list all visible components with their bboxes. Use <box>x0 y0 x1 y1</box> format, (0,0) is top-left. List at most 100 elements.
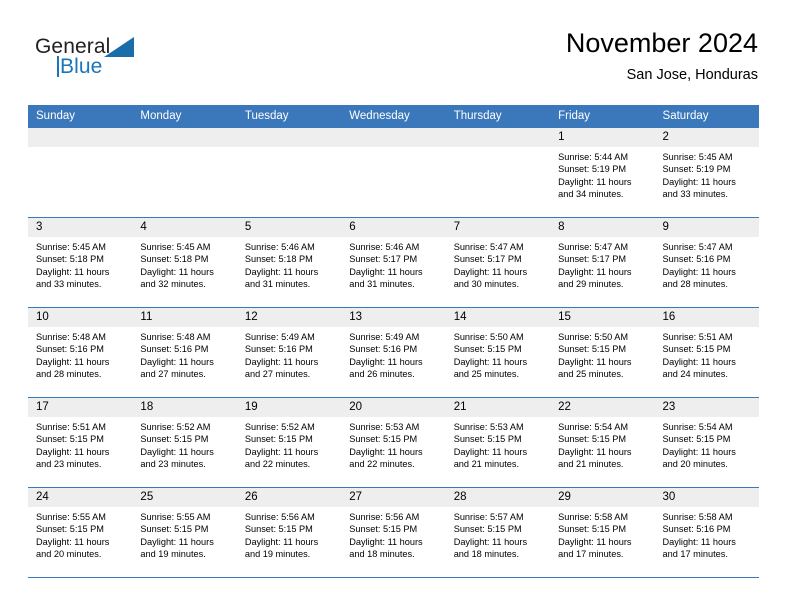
day-cell[interactable]: 29 Sunrise: 5:58 AM Sunset: 5:15 PM Dayl… <box>550 488 655 577</box>
sunset-text: Sunset: 5:15 PM <box>140 524 209 535</box>
daylight-text-line1: Daylight: 11 hours <box>36 266 110 277</box>
day-cell[interactable]: 27 Sunrise: 5:56 AM Sunset: 5:15 PM Dayl… <box>341 488 446 577</box>
day-cell[interactable]: 9 Sunrise: 5:47 AM Sunset: 5:16 PM Dayli… <box>654 218 759 307</box>
day-cell[interactable]: 19 Sunrise: 5:52 AM Sunset: 5:15 PM Dayl… <box>236 398 342 487</box>
day-cell[interactable]: 25 Sunrise: 5:55 AM Sunset: 5:15 PM Dayl… <box>132 488 237 577</box>
day-number: 26 <box>236 488 342 507</box>
sunrise-text: Sunrise: 5:54 AM <box>662 422 733 432</box>
daylight-text-line1: Daylight: 11 hours <box>558 266 632 277</box>
daylight-text-line1: Daylight: 11 hours <box>453 446 528 457</box>
day-number: 18 <box>132 398 237 417</box>
daylight-text-line1: Daylight: 11 hours <box>36 536 110 547</box>
daylight-text-line1: Daylight: 11 hours <box>453 536 528 547</box>
sunrise-text: Sunrise: 5:50 AM <box>558 332 629 342</box>
daylight-text-line2: and 18 minutes. <box>349 549 415 560</box>
day-cell[interactable]: 8 Sunrise: 5:47 AM Sunset: 5:17 PM Dayli… <box>550 218 655 307</box>
day-number: 10 <box>28 308 133 327</box>
day-details: Sunrise: 5:57 AM Sunset: 5:15 PM Dayligh… <box>446 507 550 561</box>
daylight-text-line1: Daylight: 11 hours <box>558 176 632 187</box>
day-details: Sunrise: 5:52 AM Sunset: 5:15 PM Dayligh… <box>132 417 236 471</box>
sunset-text: Sunset: 5:16 PM <box>662 254 731 265</box>
sunrise-text: Sunrise: 5:49 AM <box>349 332 420 342</box>
sunrise-text: Sunrise: 5:46 AM <box>244 242 315 252</box>
day-cell[interactable]: 4 Sunrise: 5:45 AM Sunset: 5:18 PM Dayli… <box>132 218 237 307</box>
daylight-text-line2: and 21 minutes. <box>558 459 624 470</box>
day-cell[interactable]: 18 Sunrise: 5:52 AM Sunset: 5:15 PM Dayl… <box>132 398 237 487</box>
day-cell[interactable]: 17 Sunrise: 5:51 AM Sunset: 5:15 PM Dayl… <box>28 398 133 487</box>
daylight-text-line1: Daylight: 11 hours <box>349 446 423 457</box>
daylight-text-line2: and 28 minutes. <box>36 369 102 380</box>
day-cell[interactable] <box>132 128 237 217</box>
day-number <box>28 128 133 147</box>
day-cell[interactable] <box>445 128 551 217</box>
day-cell[interactable]: 6 Sunrise: 5:46 AM Sunset: 5:17 PM Dayli… <box>341 218 446 307</box>
daylight-text-line1: Daylight: 11 hours <box>662 536 736 547</box>
day-cell[interactable] <box>341 128 446 217</box>
sunrise-text: Sunrise: 5:56 AM <box>349 512 420 522</box>
day-details: Sunrise: 5:50 AM Sunset: 5:15 PM Dayligh… <box>550 327 654 381</box>
day-cell[interactable]: 20 Sunrise: 5:53 AM Sunset: 5:15 PM Dayl… <box>341 398 446 487</box>
day-cell[interactable]: 12 Sunrise: 5:49 AM Sunset: 5:16 PM Dayl… <box>236 308 342 397</box>
day-cell[interactable]: 11 Sunrise: 5:48 AM Sunset: 5:16 PM Dayl… <box>132 308 237 397</box>
sunrise-text: Sunrise: 5:56 AM <box>244 512 315 522</box>
day-cell[interactable]: 7 Sunrise: 5:47 AM Sunset: 5:17 PM Dayli… <box>445 218 551 307</box>
day-cell[interactable]: 13 Sunrise: 5:49 AM Sunset: 5:16 PM Dayl… <box>341 308 446 397</box>
daylight-text-line2: and 27 minutes. <box>244 369 311 380</box>
day-details: Sunrise: 5:51 AM Sunset: 5:15 PM Dayligh… <box>28 417 132 471</box>
page-title: November 2024 <box>565 28 758 58</box>
sunrise-text: Sunrise: 5:48 AM <box>140 332 211 342</box>
weekday-header-tuesday: Tuesday <box>244 110 289 122</box>
day-details: Sunrise: 5:54 AM Sunset: 5:15 PM Dayligh… <box>550 417 654 471</box>
day-cell[interactable] <box>236 128 342 217</box>
day-details <box>28 147 132 151</box>
weekday-header-friday: Friday <box>558 110 591 122</box>
brand-logo[interactable]: General Blue <box>30 34 230 90</box>
blue-triangle-logo-icon <box>104 37 134 57</box>
day-number <box>341 128 446 147</box>
sunrise-text: Sunrise: 5:53 AM <box>453 422 524 432</box>
daylight-text-line2: and 27 minutes. <box>140 369 206 380</box>
sunset-text: Sunset: 5:15 PM <box>349 434 418 445</box>
day-details <box>132 147 236 151</box>
sunrise-text: Sunrise: 5:57 AM <box>453 512 524 522</box>
day-cell[interactable]: 2 Sunrise: 5:45 AM Sunset: 5:19 PM Dayli… <box>654 128 759 217</box>
day-cell[interactable]: 30 Sunrise: 5:58 AM Sunset: 5:16 PM Dayl… <box>654 488 759 577</box>
day-cell[interactable]: 21 Sunrise: 5:53 AM Sunset: 5:15 PM Dayl… <box>445 398 551 487</box>
day-cell[interactable] <box>28 128 133 217</box>
daylight-text-line2: and 17 minutes. <box>662 549 728 560</box>
day-details: Sunrise: 5:58 AM Sunset: 5:15 PM Dayligh… <box>550 507 654 561</box>
day-cell[interactable]: 22 Sunrise: 5:54 AM Sunset: 5:15 PM Dayl… <box>550 398 655 487</box>
day-details: Sunrise: 5:47 AM Sunset: 5:17 PM Dayligh… <box>550 237 654 291</box>
day-cell[interactable]: 26 Sunrise: 5:56 AM Sunset: 5:15 PM Dayl… <box>236 488 342 577</box>
daylight-text-line2: and 33 minutes. <box>662 189 728 200</box>
week-row: 24 Sunrise: 5:55 AM Sunset: 5:15 PM Dayl… <box>28 488 759 578</box>
daylight-text-line2: and 22 minutes. <box>244 459 311 470</box>
sunset-text: Sunset: 5:15 PM <box>349 524 418 535</box>
daylight-text-line2: and 17 minutes. <box>558 549 624 560</box>
daylight-text-line1: Daylight: 11 hours <box>140 446 214 457</box>
day-cell[interactable]: 5 Sunrise: 5:46 AM Sunset: 5:18 PM Dayli… <box>236 218 342 307</box>
sunset-text: Sunset: 5:15 PM <box>453 524 522 535</box>
sunrise-text: Sunrise: 5:51 AM <box>36 422 106 432</box>
day-number: 4 <box>132 218 237 237</box>
sunset-text: Sunset: 5:16 PM <box>36 344 104 355</box>
day-cell[interactable]: 15 Sunrise: 5:50 AM Sunset: 5:15 PM Dayl… <box>550 308 655 397</box>
day-cell[interactable]: 14 Sunrise: 5:50 AM Sunset: 5:15 PM Dayl… <box>445 308 551 397</box>
day-details: Sunrise: 5:48 AM Sunset: 5:16 PM Dayligh… <box>132 327 236 381</box>
day-cell[interactable]: 10 Sunrise: 5:48 AM Sunset: 5:16 PM Dayl… <box>28 308 133 397</box>
day-cell[interactable]: 24 Sunrise: 5:55 AM Sunset: 5:15 PM Dayl… <box>28 488 133 577</box>
day-cell[interactable]: 16 Sunrise: 5:51 AM Sunset: 5:15 PM Dayl… <box>654 308 759 397</box>
day-details: Sunrise: 5:47 AM Sunset: 5:16 PM Dayligh… <box>655 237 759 291</box>
weekday-header-row: Sunday Monday Tuesday Wednesday Thursday… <box>28 105 759 128</box>
day-cell[interactable]: 23 Sunrise: 5:54 AM Sunset: 5:15 PM Dayl… <box>654 398 759 487</box>
day-details: Sunrise: 5:54 AM Sunset: 5:15 PM Dayligh… <box>655 417 759 471</box>
day-details: Sunrise: 5:45 AM Sunset: 5:18 PM Dayligh… <box>132 237 236 291</box>
day-details: Sunrise: 5:55 AM Sunset: 5:15 PM Dayligh… <box>132 507 236 561</box>
day-cell[interactable]: 1 Sunrise: 5:44 AM Sunset: 5:19 PM Dayli… <box>550 128 655 217</box>
day-number: 12 <box>236 308 342 327</box>
daylight-text-line2: and 18 minutes. <box>453 549 520 560</box>
sunset-text: Sunset: 5:15 PM <box>558 524 627 535</box>
day-cell[interactable]: 3 Sunrise: 5:45 AM Sunset: 5:18 PM Dayli… <box>28 218 133 307</box>
day-details: Sunrise: 5:45 AM Sunset: 5:19 PM Dayligh… <box>655 147 759 201</box>
day-cell[interactable]: 28 Sunrise: 5:57 AM Sunset: 5:15 PM Dayl… <box>445 488 551 577</box>
